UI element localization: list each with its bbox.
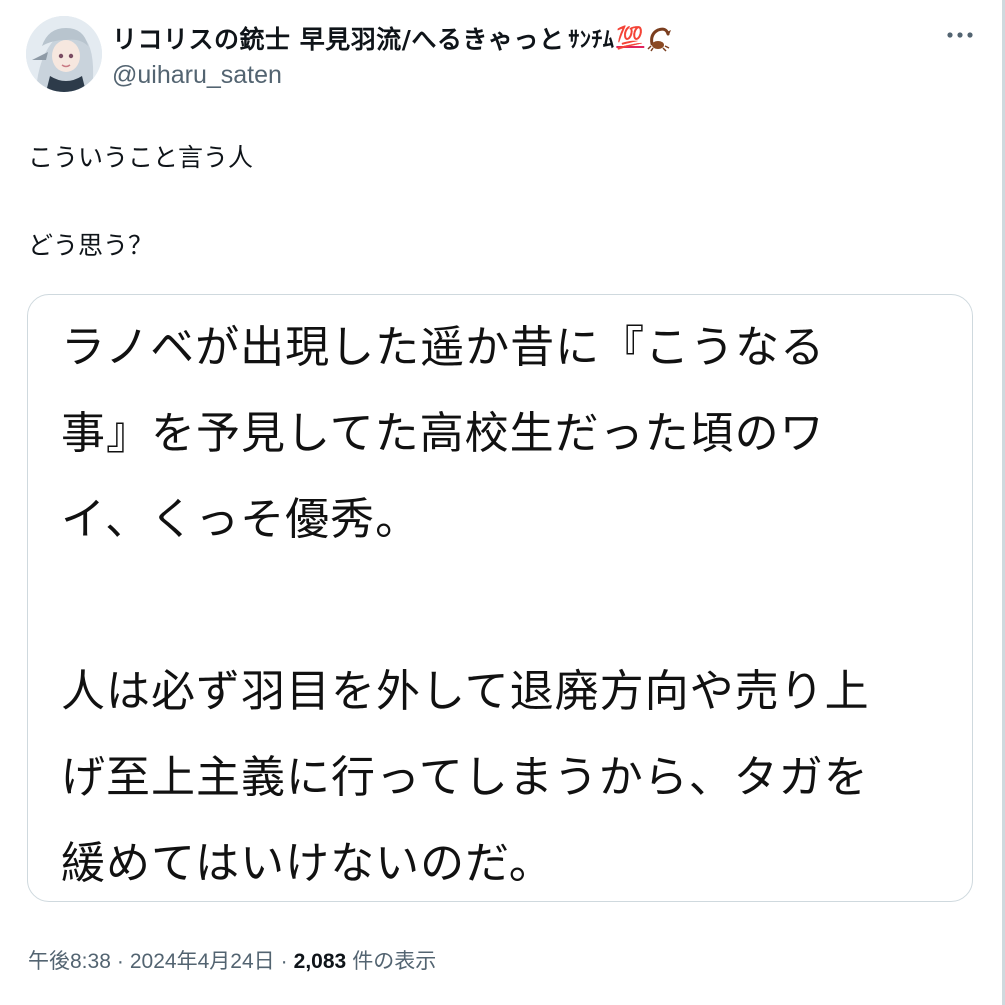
tweet-metadata: 午後8:38 · 2024年4月24日 · 2,083 件の表示 [28, 945, 436, 975]
tweet-text: こういうこと言う人 どう思う？ [28, 143, 254, 260]
name-emoji-text: ｻﾝﾁﾑ [568, 28, 615, 53]
author-handle[interactable]: @uiharu_saten [112, 61, 282, 90]
quoted-image-card[interactable]: ラノベが出現した遥か昔に『こうなる 事』を予見してた高校生だった頃のワ イ、くっ… [27, 294, 973, 902]
more-options-button[interactable] [940, 20, 980, 50]
views-count: 2,083 [293, 950, 347, 973]
hundred-points-icon: 💯 [616, 25, 645, 51]
author-display-name[interactable]: リコリスの銃士 早見羽流/へるきゃっと ｻﾝﾁﾑ 💯 [112, 20, 674, 56]
more-horizontal-icon [947, 32, 973, 38]
scorpion-icon [646, 24, 674, 52]
author-name-text: リコリスの銃士 早見羽流/へるきゃっと [112, 25, 565, 54]
quoted-image-text: ラノベが出現した遥か昔に『こうなる 事』を予見してた高校生だった頃のワ イ、くっ… [61, 322, 870, 889]
avatar-image [26, 16, 102, 92]
meta-separator: · [280, 950, 288, 973]
tweet-time[interactable]: 午後8:38 [28, 950, 111, 973]
meta-separator: · [116, 950, 124, 973]
views-label: 件の表示 [352, 950, 437, 973]
avatar[interactable] [26, 16, 102, 92]
tweet-date[interactable]: 2024年4月24日 [130, 950, 275, 973]
